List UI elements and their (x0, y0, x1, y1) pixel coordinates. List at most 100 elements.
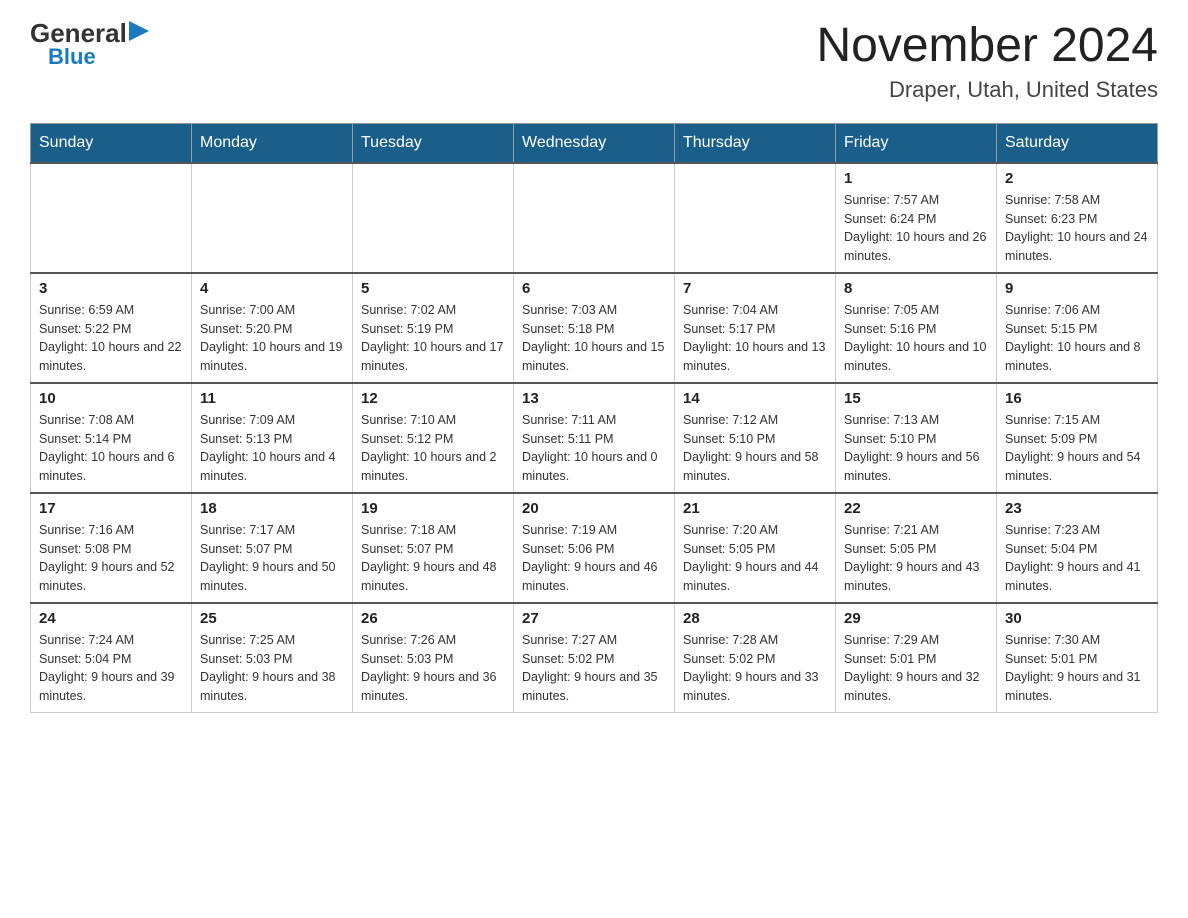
logo-blue-text: Blue (48, 46, 96, 68)
calendar-cell: 27Sunrise: 7:27 AMSunset: 5:02 PMDayligh… (514, 603, 675, 713)
day-number: 2 (1005, 170, 1149, 187)
day-number: 6 (522, 280, 666, 297)
day-info: Sunrise: 7:20 AMSunset: 5:05 PMDaylight:… (683, 521, 827, 596)
col-tuesday: Tuesday (353, 123, 514, 163)
col-saturday: Saturday (997, 123, 1158, 163)
day-info: Sunrise: 7:08 AMSunset: 5:14 PMDaylight:… (39, 411, 183, 486)
day-number: 4 (200, 280, 344, 297)
day-info: Sunrise: 7:00 AMSunset: 5:20 PMDaylight:… (200, 301, 344, 376)
calendar-cell: 26 Sunrise: 7:26 AMSunset: 5:03 PMDayligh… (353, 603, 514, 713)
calendar-cell: 19 Sunrise: 7:18 AMSunset: 5:07 PMDayligh… (353, 493, 514, 603)
calendar-cell (31, 163, 192, 273)
day-number: 27 (522, 610, 666, 627)
week-row-1: 1Sunrise: 7:57 AMSunset: 6:24 PMDaylight… (31, 163, 1158, 273)
day-info: Sunrise: 7:58 AMSunset: 6:23 PMDaylight:… (1005, 191, 1149, 266)
col-friday: Friday (836, 123, 997, 163)
day-number: 8 (844, 280, 988, 297)
location-subtitle: Draper, Utah, United States (816, 77, 1158, 103)
col-thursday: Thursday (675, 123, 836, 163)
month-title: November 2024 (816, 20, 1158, 73)
day-info: Sunrise: 7:11 AMSunset: 5:11 PMDaylight:… (522, 411, 666, 486)
day-info: Sunrise: 7:06 AMSunset: 5:15 PMDaylight:… (1005, 301, 1149, 376)
day-info: Sunrise: 7:23 AMSunset: 5:04 PMDaylight:… (1005, 521, 1149, 596)
day-number: 24 (39, 610, 183, 627)
day-number: 21 (683, 500, 827, 517)
day-info: Sunrise: 7:29 AMSunset: 5:01 PMDaylight:… (844, 631, 988, 706)
calendar-cell: 2 Sunrise: 7:58 AMSunset: 6:23 PMDaylight… (997, 163, 1158, 273)
calendar-cell: 23 Sunrise: 7:23 AMSunset: 5:04 PMDayligh… (997, 493, 1158, 603)
calendar-cell (192, 163, 353, 273)
day-number: 10 (39, 390, 183, 407)
logo-general-text: General (30, 20, 127, 46)
calendar-cell: 1Sunrise: 7:57 AMSunset: 6:24 PMDaylight… (836, 163, 997, 273)
day-info: Sunrise: 7:24 AMSunset: 5:04 PMDaylight:… (39, 631, 183, 706)
calendar-cell: 29 Sunrise: 7:29 AMSunset: 5:01 PMDayligh… (836, 603, 997, 713)
col-wednesday: Wednesday (514, 123, 675, 163)
col-monday: Monday (192, 123, 353, 163)
calendar-cell: 5 Sunrise: 7:02 AMSunset: 5:19 PMDaylight… (353, 273, 514, 383)
day-info: Sunrise: 7:04 AMSunset: 5:17 PMDaylight:… (683, 301, 827, 376)
calendar-cell: 11 Sunrise: 7:09 AMSunset: 5:13 PMDayligh… (192, 383, 353, 493)
day-number: 3 (39, 280, 183, 297)
calendar-cell: 9 Sunrise: 7:06 AMSunset: 5:15 PMDaylight… (997, 273, 1158, 383)
day-number: 11 (200, 390, 344, 407)
calendar-cell: 21 Sunrise: 7:20 AMSunset: 5:05 PMDayligh… (675, 493, 836, 603)
calendar-cell: 24 Sunrise: 7:24 AMSunset: 5:04 PMDayligh… (31, 603, 192, 713)
logo-triangle-icon (129, 21, 149, 41)
day-info: Sunrise: 6:59 AMSunset: 5:22 PMDaylight:… (39, 301, 183, 376)
day-info: Sunrise: 7:16 AMSunset: 5:08 PMDaylight:… (39, 521, 183, 596)
calendar-cell: 22Sunrise: 7:21 AMSunset: 5:05 PMDayligh… (836, 493, 997, 603)
day-number: 13 (522, 390, 666, 407)
day-number: 17 (39, 500, 183, 517)
day-number: 12 (361, 390, 505, 407)
week-row-2: 3 Sunrise: 6:59 AMSunset: 5:22 PMDaylight… (31, 273, 1158, 383)
calendar-cell: 15Sunrise: 7:13 AMSunset: 5:10 PMDayligh… (836, 383, 997, 493)
calendar-cell: 28 Sunrise: 7:28 AMSunset: 5:02 PMDayligh… (675, 603, 836, 713)
calendar-table: Sunday Monday Tuesday Wednesday Thursday… (30, 123, 1158, 713)
week-row-5: 24 Sunrise: 7:24 AMSunset: 5:04 PMDayligh… (31, 603, 1158, 713)
day-info: Sunrise: 7:03 AMSunset: 5:18 PMDaylight:… (522, 301, 666, 376)
day-info: Sunrise: 7:17 AMSunset: 5:07 PMDaylight:… (200, 521, 344, 596)
col-sunday: Sunday (31, 123, 192, 163)
day-number: 29 (844, 610, 988, 627)
calendar-cell: 6 Sunrise: 7:03 AMSunset: 5:18 PMDaylight… (514, 273, 675, 383)
page-header: General Blue November 2024 Draper, Utah,… (30, 20, 1158, 103)
day-number: 9 (1005, 280, 1149, 297)
day-number: 25 (200, 610, 344, 627)
calendar-cell: 30Sunrise: 7:30 AMSunset: 5:01 PMDayligh… (997, 603, 1158, 713)
calendar-cell: 4 Sunrise: 7:00 AMSunset: 5:20 PMDaylight… (192, 273, 353, 383)
day-number: 7 (683, 280, 827, 297)
day-number: 5 (361, 280, 505, 297)
day-info: Sunrise: 7:28 AMSunset: 5:02 PMDaylight:… (683, 631, 827, 706)
day-info: Sunrise: 7:30 AMSunset: 5:01 PMDaylight:… (1005, 631, 1149, 706)
day-number: 23 (1005, 500, 1149, 517)
day-info: Sunrise: 7:25 AMSunset: 5:03 PMDaylight:… (200, 631, 344, 706)
day-number: 16 (1005, 390, 1149, 407)
calendar-cell (675, 163, 836, 273)
day-info: Sunrise: 7:12 AMSunset: 5:10 PMDaylight:… (683, 411, 827, 486)
day-number: 19 (361, 500, 505, 517)
title-area: November 2024 Draper, Utah, United State… (816, 20, 1158, 103)
day-info: Sunrise: 7:18 AMSunset: 5:07 PMDaylight:… (361, 521, 505, 596)
day-number: 26 (361, 610, 505, 627)
day-info: Sunrise: 7:09 AMSunset: 5:13 PMDaylight:… (200, 411, 344, 486)
day-number: 28 (683, 610, 827, 627)
calendar-cell: 25 Sunrise: 7:25 AMSunset: 5:03 PMDayligh… (192, 603, 353, 713)
calendar-cell: 12 Sunrise: 7:10 AMSunset: 5:12 PMDayligh… (353, 383, 514, 493)
calendar-cell: 16Sunrise: 7:15 AMSunset: 5:09 PMDayligh… (997, 383, 1158, 493)
calendar-cell: 13 Sunrise: 7:11 AMSunset: 5:11 PMDayligh… (514, 383, 675, 493)
day-number: 20 (522, 500, 666, 517)
calendar-cell (514, 163, 675, 273)
calendar-cell: 14Sunrise: 7:12 AMSunset: 5:10 PMDayligh… (675, 383, 836, 493)
day-number: 18 (200, 500, 344, 517)
logo[interactable]: General Blue (30, 20, 149, 68)
calendar-cell: 17 Sunrise: 7:16 AMSunset: 5:08 PMDayligh… (31, 493, 192, 603)
calendar-cell: 18 Sunrise: 7:17 AMSunset: 5:07 PMDayligh… (192, 493, 353, 603)
day-info: Sunrise: 7:02 AMSunset: 5:19 PMDaylight:… (361, 301, 505, 376)
day-info: Sunrise: 7:10 AMSunset: 5:12 PMDaylight:… (361, 411, 505, 486)
calendar-cell: 20Sunrise: 7:19 AMSunset: 5:06 PMDayligh… (514, 493, 675, 603)
week-row-4: 17 Sunrise: 7:16 AMSunset: 5:08 PMDayligh… (31, 493, 1158, 603)
day-info: Sunrise: 7:26 AMSunset: 5:03 PMDaylight:… (361, 631, 505, 706)
day-number: 22 (844, 500, 988, 517)
calendar-cell: 10 Sunrise: 7:08 AMSunset: 5:14 PMDayligh… (31, 383, 192, 493)
